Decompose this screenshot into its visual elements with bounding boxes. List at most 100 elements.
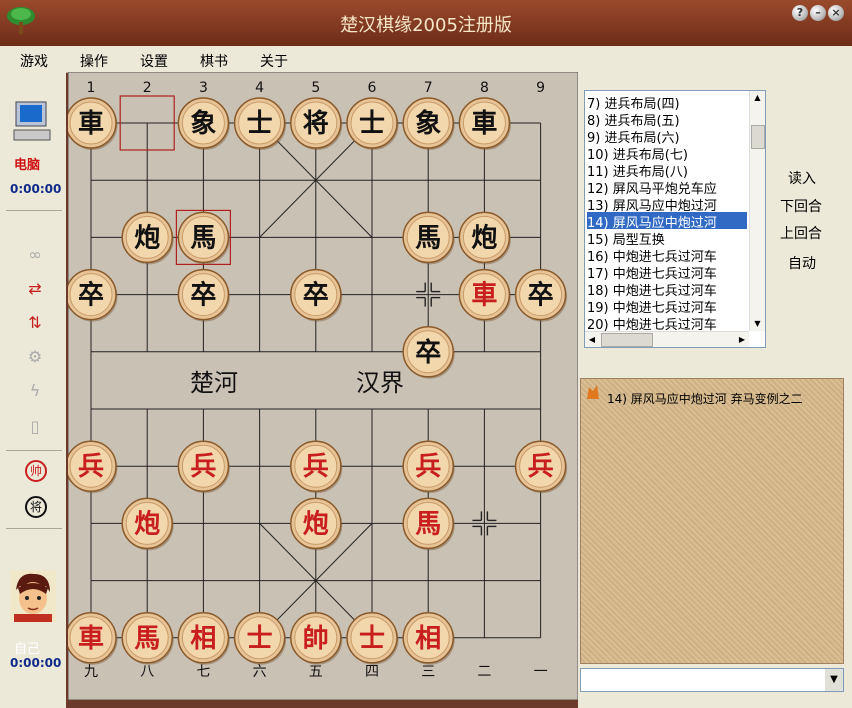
- computer-clock: 0:00:00: [10, 182, 62, 196]
- piece-red[interactable]: 兵: [68, 440, 118, 494]
- piece-label: 馬: [190, 223, 216, 253]
- file-label-bottom: 四: [365, 664, 379, 680]
- opening-list-item[interactable]: 14) 屏风马应中炮过河: [587, 212, 747, 229]
- list-horizontal-scrollbar[interactable]: ◀ ▶: [585, 331, 749, 347]
- menu-bar: 游戏 操作 设置 棋书 关于: [0, 46, 852, 73]
- scroll-thumb[interactable]: [751, 125, 765, 149]
- flip-icon[interactable]: ⇅: [24, 312, 46, 334]
- piece-black[interactable]: 車: [68, 97, 118, 150]
- minimize-button[interactable]: –: [810, 5, 826, 21]
- file-label-bottom: 五: [309, 664, 323, 680]
- menu-operate[interactable]: 操作: [80, 51, 108, 71]
- piece-black[interactable]: 卒: [68, 268, 118, 322]
- file-label-top: 3: [199, 80, 208, 96]
- help-button[interactable]: ?: [792, 5, 808, 21]
- menu-game[interactable]: 游戏: [20, 51, 48, 71]
- piece-red[interactable]: 車: [68, 612, 118, 665]
- file-label-top: 5: [311, 80, 320, 96]
- load-button[interactable]: 读入: [788, 168, 816, 188]
- opening-list-item[interactable]: 20) 中炮进七兵过河车: [587, 314, 747, 331]
- opening-list-item[interactable]: 13) 屏风马应中炮过河: [587, 195, 747, 212]
- opening-list-item[interactable]: 19) 中炮进七兵过河车: [587, 297, 747, 314]
- lightning-icon[interactable]: ϟ: [24, 380, 46, 402]
- divider: [6, 210, 62, 211]
- commentary-text: 14) 屏风马应中炮过河 弃马变例之二: [607, 392, 803, 406]
- opening-list-item[interactable]: 18) 中炮进七兵过河车: [587, 280, 747, 297]
- piece-label: 士: [247, 109, 273, 139]
- auto-play-button[interactable]: 自动: [788, 253, 816, 273]
- piece-label: 炮: [471, 222, 497, 253]
- file-label-bottom: 三: [421, 664, 435, 680]
- piece-label: 将: [303, 109, 329, 139]
- title-bar: 楚汉棋缘2005注册版 ? – ×: [0, 0, 852, 46]
- opening-list-item[interactable]: 8) 进兵布局(五): [587, 110, 747, 127]
- piece-label: 卒: [303, 280, 329, 311]
- file-label-top: 7: [424, 80, 433, 96]
- piece-label: 兵: [303, 452, 329, 482]
- scroll-up-arrow[interactable]: ▲: [750, 91, 765, 105]
- opening-list-item[interactable]: 9) 进兵布局(六): [587, 127, 747, 144]
- file-label-top: 9: [536, 80, 545, 96]
- piece-label: 相: [190, 624, 216, 654]
- piece-label: 兵: [415, 452, 441, 482]
- piece-label: 兵: [190, 452, 216, 482]
- chevron-down-icon[interactable]: ▼: [825, 669, 843, 691]
- piece-label: 卒: [528, 280, 554, 311]
- piece-label: 馬: [415, 223, 441, 253]
- black-king-badge[interactable]: 将: [25, 496, 47, 518]
- piece-label: 車: [78, 624, 104, 654]
- opening-list-item[interactable]: 16) 中炮进七兵过河车: [587, 246, 747, 263]
- close-button[interactable]: ×: [828, 5, 844, 21]
- scroll-left-arrow[interactable]: ◀: [585, 332, 599, 347]
- prev-move-button[interactable]: 上回合: [780, 223, 822, 243]
- commentary-panel: 14) 屏风马应中炮过河 弃马变例之二: [580, 378, 844, 664]
- hscroll-thumb[interactable]: [601, 333, 653, 347]
- swap-icon[interactable]: ⇄: [24, 278, 46, 300]
- piece-label: 士: [359, 109, 385, 139]
- file-label-top: 8: [480, 80, 489, 96]
- file-label-bottom: 八: [140, 664, 154, 680]
- menu-settings[interactable]: 设置: [140, 51, 168, 71]
- book-icon[interactable]: ▯: [24, 416, 46, 438]
- red-king-badge[interactable]: 帅: [25, 460, 47, 482]
- piece-label: 炮: [303, 508, 329, 539]
- settings-icon[interactable]: ⚙: [24, 346, 46, 368]
- menu-about[interactable]: 关于: [260, 51, 288, 71]
- piece-label: 馬: [415, 509, 441, 539]
- link-icon[interactable]: ∞: [24, 244, 46, 266]
- opening-list-item[interactable]: 12) 屏风马平炮兑车应: [587, 178, 747, 195]
- file-label-top: 6: [368, 80, 377, 96]
- divider: [6, 528, 62, 529]
- self-label: 自己: [14, 642, 41, 657]
- piece-label: 士: [359, 624, 385, 654]
- chess-board[interactable]: 1 2 3 4 5 6 7 8 9九八七六五四三二一 楚河 汉界 車象士将士象車炮馬馬炮卒卒卒車…: [68, 72, 578, 700]
- opening-list-item[interactable]: 15) 局型互换: [587, 229, 747, 246]
- opening-list-item[interactable]: 10) 进兵布局(七): [587, 144, 747, 161]
- piece-label: 卒: [78, 280, 104, 311]
- piece-label: 卒: [190, 280, 216, 311]
- left-panel: 电脑 0:00:00 ∞ ⇄ ⇅ ⚙ ϟ ▯ 帅 将 自己 0:00:00: [0, 72, 66, 708]
- piece-label: 兵: [78, 452, 104, 482]
- piece-label: 馬: [134, 624, 160, 654]
- file-label-top: 2: [143, 80, 152, 96]
- next-move-button[interactable]: 下回合: [780, 196, 822, 216]
- scroll-down-arrow[interactable]: ▼: [750, 317, 765, 331]
- piece-label: 卒: [415, 337, 441, 368]
- divider: [6, 450, 62, 451]
- scroll-right-arrow[interactable]: ▶: [735, 332, 749, 347]
- opening-listbox[interactable]: 7) 进兵布局(四) 8) 进兵布局(五) 9) 进兵布局(六) 10) 进兵布局(七…: [584, 90, 766, 348]
- piece-label: 車: [471, 281, 497, 311]
- piece-label: 象: [190, 108, 216, 139]
- comment-combobox[interactable]: ▼: [580, 668, 844, 692]
- file-label-top: 4: [255, 80, 264, 96]
- list-vertical-scrollbar[interactable]: ▲ ▼: [749, 91, 765, 331]
- opening-list-item[interactable]: 17) 中炮进七兵过河车: [587, 263, 747, 280]
- file-label-top: 1: [87, 80, 96, 96]
- piece-label: 兵: [528, 452, 554, 482]
- player-avatar: [10, 570, 56, 622]
- computer-label: 电脑: [14, 158, 41, 173]
- menu-chessbook[interactable]: 棋书: [200, 51, 228, 71]
- opening-list-item[interactable]: 11) 进兵布局(八): [587, 161, 747, 178]
- opening-list-item[interactable]: 7) 进兵布局(四): [587, 93, 747, 110]
- file-label-bottom: 九: [84, 664, 98, 680]
